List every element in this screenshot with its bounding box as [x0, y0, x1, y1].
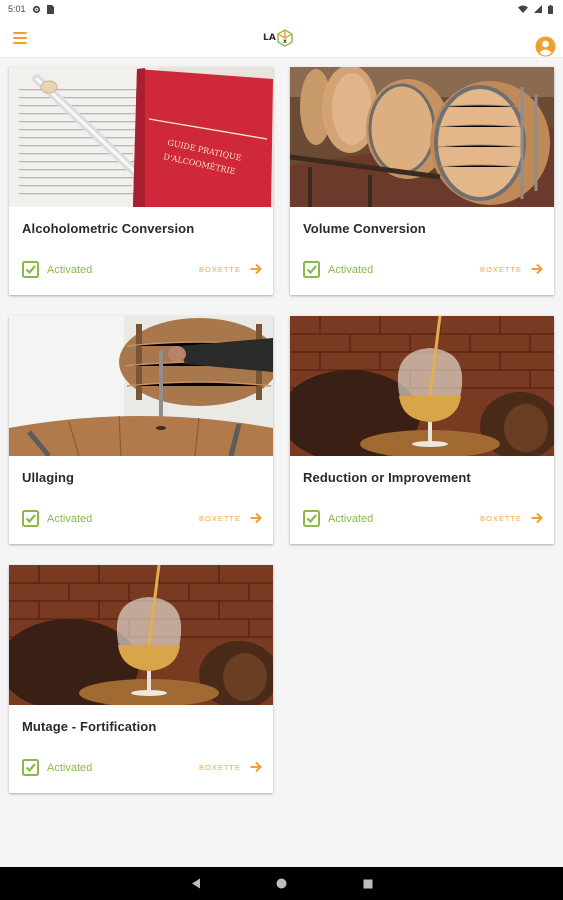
arrow-right-icon [250, 263, 262, 275]
status-label: Activated [47, 263, 93, 276]
status-time: 5:01 [8, 4, 26, 14]
checkbox-checked-icon [22, 759, 39, 776]
system-nav-bar [0, 867, 563, 900]
brandy-glass-image [290, 316, 554, 456]
checkbox-checked-icon [303, 261, 320, 278]
arrow-right-icon [250, 761, 262, 773]
app-bar: LA x [0, 18, 563, 58]
back-triangle-icon [191, 878, 200, 889]
tool-card-volume-conversion[interactable]: Volume Conversion Activated BOXETTE [290, 67, 554, 295]
status-label: Activated [47, 512, 93, 525]
signal-icon [534, 5, 542, 13]
wifi-icon [518, 5, 528, 13]
tool-card-reduction-or-improvement[interactable]: Reduction or Improvement Activated BOXET… [290, 316, 554, 544]
card-status: Activated [303, 510, 373, 527]
boxette-action[interactable]: BOXETTE [199, 761, 262, 773]
dipstick-barrel-image [9, 316, 273, 456]
card-status: Activated [22, 510, 92, 527]
tool-card-mutage-fortification[interactable]: Mutage - Fortification Activated BOXETTE [9, 565, 273, 793]
action-label: BOXETTE [479, 264, 522, 274]
menu-button[interactable] [13, 30, 29, 46]
profile-button[interactable] [535, 36, 556, 57]
nav-home-button[interactable] [275, 877, 289, 891]
boxette-action[interactable]: BOXETTE [480, 263, 543, 275]
card-title: Alcoholometric Conversion [22, 221, 195, 236]
nav-back-button[interactable] [189, 877, 203, 891]
status-bar: 5:01 [0, 0, 563, 18]
arrow-right-icon [531, 512, 543, 524]
svg-text:x: x [283, 38, 287, 45]
brandy-glass-image [9, 565, 273, 705]
home-circle-icon [276, 878, 287, 889]
status-label: Activated [328, 263, 374, 276]
status-label: Activated [328, 512, 374, 525]
tool-card-ullaging[interactable]: Ullaging Activated BOXETTE [9, 316, 273, 544]
alcoholometry-book-image: GUIDE PRATIQUE D'ALCOOMÉTRIE [9, 67, 273, 207]
action-label: BOXETTE [198, 762, 241, 772]
boxette-action[interactable]: BOXETTE [199, 512, 262, 524]
logo-cube-icon: x [277, 29, 293, 47]
arrow-right-icon [531, 263, 543, 275]
sim-card-icon [46, 4, 54, 14]
card-title: Ullaging [22, 470, 75, 485]
action-label: BOXETTE [479, 513, 522, 523]
card-title: Volume Conversion [303, 221, 426, 236]
action-label: BOXETTE [198, 513, 241, 523]
tool-card-alcoholometric-conversion[interactable]: GUIDE PRATIQUE D'ALCOOMÉTRIE Alcoholomet… [9, 67, 273, 295]
boxette-action[interactable]: BOXETTE [199, 263, 262, 275]
recents-square-icon [363, 879, 372, 888]
checkbox-checked-icon [303, 510, 320, 527]
status-label: Activated [47, 761, 93, 774]
barrels-image [290, 67, 554, 207]
card-status: Activated [303, 261, 373, 278]
card-status: Activated [22, 261, 92, 278]
hamburger-menu-icon [13, 32, 27, 44]
boxette-action[interactable]: BOXETTE [480, 512, 543, 524]
settings-icon [32, 5, 40, 13]
logo-text: LA [263, 33, 277, 43]
action-label: BOXETTE [198, 264, 241, 274]
arrow-right-icon [250, 512, 262, 524]
checkbox-checked-icon [22, 261, 39, 278]
app-logo: LA x [263, 26, 293, 50]
battery-icon [548, 4, 553, 14]
card-status: Activated [22, 759, 92, 776]
nav-recents-button[interactable] [361, 877, 375, 891]
card-title: Mutage - Fortification [22, 719, 157, 734]
card-title: Reduction or Improvement [303, 470, 471, 485]
checkbox-checked-icon [22, 510, 39, 527]
account-circle-icon [535, 36, 556, 57]
